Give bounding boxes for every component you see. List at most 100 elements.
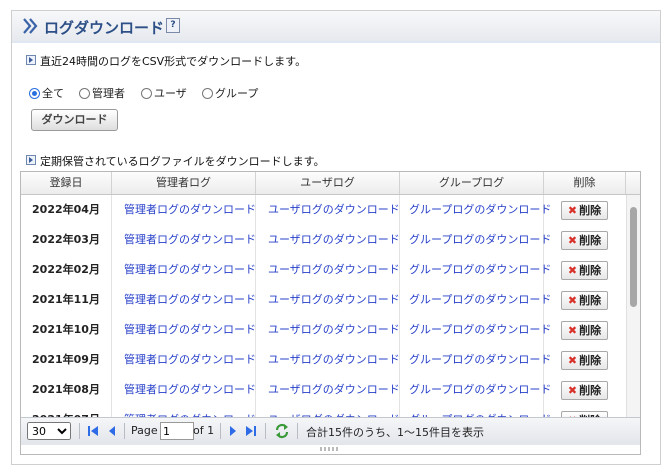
delete-cell: ✖削除 bbox=[561, 195, 611, 225]
admin-log-download-link[interactable]: 管理者ログのダウンロード bbox=[124, 225, 256, 255]
resize-grip[interactable] bbox=[320, 447, 338, 451]
delete-label: 削除 bbox=[579, 234, 602, 247]
registration-date-cell: 2022年04月 bbox=[32, 203, 100, 216]
toolbar-separator bbox=[124, 423, 125, 439]
admin-log-link[interactable]: 管理者ログのダウンロード bbox=[124, 383, 256, 396]
user-log-download-link[interactable]: ユーザログのダウンロード bbox=[268, 315, 400, 345]
admin-log-download-link[interactable]: 管理者ログのダウンロード bbox=[124, 405, 256, 417]
admin-log-link[interactable]: 管理者ログのダウンロード bbox=[124, 233, 256, 246]
radio-button-icon[interactable] bbox=[202, 87, 213, 99]
group-log-link[interactable]: グループログのダウンロード bbox=[409, 323, 551, 336]
delete-button[interactable]: ✖削除 bbox=[561, 201, 608, 220]
table-row: 2022年02月 管理者ログのダウンロード ユーザログのダウンロード グループログのダ… bbox=[21, 255, 625, 285]
last-page-icon[interactable] bbox=[245, 425, 257, 437]
group-log-link[interactable]: グループログのダウンロード bbox=[409, 233, 551, 246]
column-header-delete[interactable]: 削除 bbox=[544, 172, 626, 194]
user-log-download-link[interactable]: ユーザログのダウンロード bbox=[268, 345, 400, 375]
delete-button[interactable]: ✖削除 bbox=[561, 381, 608, 400]
scrollbar-thumb[interactable] bbox=[630, 207, 637, 307]
delete-cell: ✖削除 bbox=[561, 255, 611, 285]
group-log-download-link[interactable]: グループログのダウンロード bbox=[409, 285, 551, 315]
admin-log-link[interactable]: 管理者ログのダウンロード bbox=[124, 293, 256, 306]
table-row: 2021年09月 管理者ログのダウンロード ユーザログのダウンロード グループログのダ… bbox=[21, 345, 625, 375]
admin-log-download-link[interactable]: 管理者ログのダウンロード bbox=[124, 315, 256, 345]
delete-label: 削除 bbox=[579, 324, 602, 337]
user-log-link[interactable]: ユーザログのダウンロード bbox=[268, 203, 400, 216]
user-log-download-link[interactable]: ユーザログのダウンロード bbox=[268, 285, 400, 315]
user-log-download-link[interactable]: ユーザログのダウンロード bbox=[268, 405, 400, 417]
radio-button-icon[interactable] bbox=[141, 87, 152, 99]
table-row: 2021年10月 管理者ログのダウンロード ユーザログのダウンロード グループログのダ… bbox=[21, 315, 625, 345]
group-log-download-link[interactable]: グループログのダウンロード bbox=[409, 345, 551, 375]
admin-log-download-link[interactable]: 管理者ログのダウンロード bbox=[124, 255, 256, 285]
delete-button[interactable]: ✖削除 bbox=[561, 231, 608, 250]
group-log-link[interactable]: グループログのダウンロード bbox=[409, 203, 551, 216]
download-button[interactable]: ダウンロード bbox=[31, 109, 118, 131]
radio-user[interactable]: ユーザ bbox=[141, 85, 187, 101]
user-log-link[interactable]: ユーザログのダウンロード bbox=[268, 293, 400, 306]
radio-label: グループ bbox=[215, 87, 259, 100]
admin-log-link[interactable]: 管理者ログのダウンロード bbox=[124, 263, 256, 276]
delete-button[interactable]: ✖削除 bbox=[561, 351, 608, 370]
first-page-icon[interactable] bbox=[87, 425, 99, 437]
radio-button-icon[interactable] bbox=[79, 87, 90, 99]
group-log-download-link[interactable]: グループログのダウンロード bbox=[409, 255, 551, 285]
user-log-link[interactable]: ユーザログのダウンロード bbox=[268, 353, 400, 366]
group-log-link[interactable]: グループログのダウンロード bbox=[409, 293, 551, 306]
next-page-icon[interactable] bbox=[228, 425, 238, 437]
prev-page-icon[interactable] bbox=[107, 425, 117, 437]
group-log-download-link[interactable]: グループログのダウンロード bbox=[409, 315, 551, 345]
table-header: 登録日 管理者ログ ユーザログ グループログ 削除 bbox=[21, 172, 640, 195]
delete-cell: ✖削除 bbox=[561, 315, 611, 345]
delete-x-icon: ✖ bbox=[567, 354, 578, 367]
admin-log-download-link[interactable]: 管理者ログのダウンロード bbox=[124, 375, 256, 405]
toolbar-separator bbox=[220, 423, 221, 439]
user-log-download-link[interactable]: ユーザログのダウンロード bbox=[268, 225, 400, 255]
table-row: 2021年11月 管理者ログのダウンロード ユーザログのダウンロード グループログのダ… bbox=[21, 285, 625, 315]
group-log-download-link[interactable]: グループログのダウンロード bbox=[409, 405, 551, 417]
admin-log-link[interactable]: 管理者ログのダウンロード bbox=[124, 323, 256, 336]
help-icon[interactable]: ? bbox=[166, 18, 180, 33]
column-header-date[interactable]: 登録日 bbox=[21, 172, 112, 194]
column-header-group-log[interactable]: グループログ bbox=[400, 172, 544, 194]
admin-log-download-link[interactable]: 管理者ログのダウンロード bbox=[124, 345, 256, 375]
page-number-input[interactable] bbox=[160, 422, 194, 440]
delete-button[interactable]: ✖削除 bbox=[561, 261, 608, 280]
user-log-download-link[interactable]: ユーザログのダウンロード bbox=[268, 375, 400, 405]
radio-all[interactable]: 全て bbox=[29, 85, 64, 101]
group-log-link[interactable]: グループログのダウンロード bbox=[409, 263, 551, 276]
registration-date-cell: 2021年09月 bbox=[32, 353, 100, 366]
admin-log-download-link[interactable]: 管理者ログのダウンロード bbox=[124, 285, 256, 315]
radio-admin[interactable]: 管理者 bbox=[79, 85, 125, 101]
group-log-download-link[interactable]: グループログのダウンロード bbox=[409, 225, 551, 255]
registration-date-cell: 2021年11月 bbox=[32, 293, 100, 306]
delete-label: 削除 bbox=[579, 204, 602, 217]
admin-log-link[interactable]: 管理者ログのダウンロード bbox=[124, 353, 256, 366]
column-header-admin-log[interactable]: 管理者ログ bbox=[112, 172, 256, 194]
group-log-download-link[interactable]: グループログのダウンロード bbox=[409, 375, 551, 405]
table-row: 2022年04月 管理者ログのダウンロード ユーザログのダウンロード グループログのダ… bbox=[21, 195, 625, 225]
refresh-icon[interactable] bbox=[274, 423, 290, 439]
admin-log-link[interactable]: 管理者ログのダウンロード bbox=[124, 203, 256, 216]
column-header-user-log[interactable]: ユーザログ bbox=[256, 172, 400, 194]
user-log-link[interactable]: ユーザログのダウンロード bbox=[268, 233, 400, 246]
user-log-download-link[interactable]: ユーザログのダウンロード bbox=[268, 195, 400, 225]
radio-group[interactable]: グループ bbox=[202, 85, 258, 101]
vertical-scrollbar[interactable] bbox=[626, 195, 640, 417]
user-log-link[interactable]: ユーザログのダウンロード bbox=[268, 323, 400, 336]
header-divider bbox=[12, 41, 660, 43]
delete-cell: ✖削除 bbox=[561, 405, 611, 417]
group-log-download-link[interactable]: グループログのダウンロード bbox=[409, 195, 551, 225]
registration-date-cell: 2022年02月 bbox=[32, 263, 100, 276]
user-log-download-link[interactable]: ユーザログのダウンロード bbox=[268, 255, 400, 285]
delete-button[interactable]: ✖削除 bbox=[561, 321, 608, 340]
user-log-link[interactable]: ユーザログのダウンロード bbox=[268, 263, 400, 276]
radio-button-icon[interactable] bbox=[29, 87, 40, 99]
admin-log-download-link[interactable]: 管理者ログのダウンロード bbox=[124, 195, 256, 225]
delete-button[interactable]: ✖削除 bbox=[561, 291, 608, 310]
toolbar-separator bbox=[265, 423, 266, 439]
group-log-link[interactable]: グループログのダウンロード bbox=[409, 383, 551, 396]
group-log-link[interactable]: グループログのダウンロード bbox=[409, 353, 551, 366]
user-log-link[interactable]: ユーザログのダウンロード bbox=[268, 383, 400, 396]
page-size-select[interactable]: 30 bbox=[27, 422, 71, 440]
